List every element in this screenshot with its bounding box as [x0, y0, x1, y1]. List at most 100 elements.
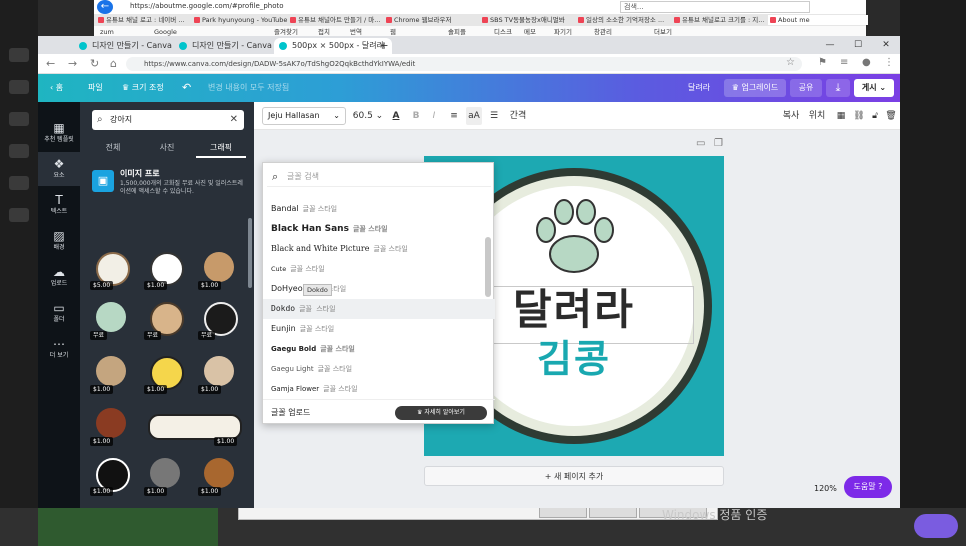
- graphic-tile[interactable]: $1.00: [88, 454, 136, 498]
- graphic-tile[interactable]: 무료: [196, 298, 244, 342]
- font-option-hovered[interactable]: Dokdo 글꼴 스타일: [263, 299, 495, 319]
- graphic-tile[interactable]: 무료: [142, 298, 190, 342]
- back-tab[interactable]: 유튜브 채널 로고 : 네이버 ...: [96, 15, 201, 25]
- clear-search-icon[interactable]: ✕: [230, 110, 238, 130]
- font-option[interactable]: Cute 글꼴 스타일: [263, 259, 495, 279]
- font-option[interactable]: Bandal 글꼴 스타일: [263, 199, 495, 219]
- font-option[interactable]: Black and White Picture 글꼴 스타일: [263, 239, 495, 259]
- comment-icon[interactable]: ▭: [696, 138, 705, 149]
- tab-graphics[interactable]: 그래픽: [196, 140, 246, 158]
- font-upload-label[interactable]: 글꼴 업로드: [271, 400, 310, 426]
- rail-item-background[interactable]: ▨ 배경: [38, 224, 80, 258]
- share-button[interactable]: 공유: [790, 79, 822, 97]
- forward-icon[interactable]: →: [68, 57, 77, 70]
- url-input[interactable]: https://www.canva.com/design/DADW-5sAK7o…: [126, 57, 802, 71]
- element-search-input[interactable]: ⌕ 강아지 ✕: [92, 110, 244, 130]
- panel-scrollbar[interactable]: [248, 218, 252, 288]
- font-size-select[interactable]: 60.5 ⌄: [352, 107, 384, 125]
- file-menu[interactable]: 파일: [88, 74, 103, 102]
- add-page-button[interactable]: + 새 페이지 추가: [424, 466, 724, 486]
- rail-item-uploads[interactable]: ☁ 업로드: [38, 260, 80, 294]
- text-color-icon[interactable]: A: [388, 107, 404, 125]
- list-icon[interactable]: ☰: [486, 107, 502, 125]
- back-tab[interactable]: Chrome 웹브라우저: [384, 15, 489, 25]
- reading-list-icon[interactable]: ≡: [840, 57, 848, 68]
- font-list-scrollbar[interactable]: [485, 237, 491, 297]
- rail-item-templates[interactable]: ▦ 추천 템플릿: [38, 116, 80, 150]
- back-tab-active[interactable]: About me: [768, 15, 868, 25]
- close-window-icon[interactable]: ✕: [872, 36, 900, 54]
- font-option[interactable]: Gaegu Bold 글꼴 스타일: [263, 339, 495, 359]
- graphic-tile[interactable]: $1.00: [88, 352, 136, 396]
- rail-item-more[interactable]: ⋯ 더 보기: [38, 332, 80, 366]
- rail-item-text[interactable]: T 텍스트: [38, 188, 80, 222]
- home-button[interactable]: ‹ 홈: [50, 74, 63, 102]
- chrome-menu-icon[interactable]: ⋮: [884, 57, 894, 68]
- letter-case-icon[interactable]: aA: [466, 107, 482, 125]
- download-icon[interactable]: ⤓: [826, 79, 850, 97]
- lock-icon[interactable]: 🔓︎: [868, 107, 882, 125]
- font-option[interactable]: Eunjin 글꼴 스타일: [263, 319, 495, 339]
- graphic-tile[interactable]: $1.00: [196, 352, 244, 396]
- duplicate-page-icon[interactable]: ❐: [714, 138, 723, 149]
- learn-more-button[interactable]: ♛ 자세히 알아보기: [395, 406, 487, 420]
- link-icon[interactable]: ⛓: [852, 107, 866, 125]
- new-tab-icon[interactable]: +: [376, 38, 392, 54]
- graphic-tile[interactable]: $1.00: [142, 352, 190, 396]
- home-icon[interactable]: ⌂: [110, 57, 117, 70]
- graphic-tile[interactable]: $1.00: [196, 454, 244, 498]
- back-tab[interactable]: Park hyunyoung - YouTube: [192, 15, 297, 25]
- reload-icon[interactable]: ↻: [90, 57, 99, 70]
- graphic-tile[interactable]: 무료: [88, 298, 136, 342]
- back-tab[interactable]: 일상의 소소한 기억저장소 ...: [576, 15, 681, 25]
- extension-icon[interactable]: ⚑: [818, 57, 827, 68]
- font-search-input[interactable]: ⌕ 글꼴 검색: [267, 167, 491, 187]
- undo-icon[interactable]: ↶: [182, 74, 191, 102]
- profile-icon[interactable]: ●: [862, 57, 871, 68]
- pro-images-promo[interactable]: ▣ 이미지 프로 1,500,000개의 고화질 무료 사진 및 일러스트레이션…: [92, 168, 248, 202]
- graphic-tile[interactable]: $1.00: [196, 248, 244, 292]
- tab-all[interactable]: 전체: [88, 140, 138, 156]
- paw-print-icon[interactable]: [528, 196, 620, 276]
- back-icon[interactable]: ←: [46, 57, 55, 70]
- font-option[interactable]: Gaegu Light 글꼴 스타일: [263, 359, 495, 379]
- graphic-tile[interactable]: $1.00: [142, 404, 244, 448]
- back-tab[interactable]: 유튜브 채널아트 만들기 / 마...: [288, 15, 393, 25]
- tab-photos[interactable]: 사진: [142, 140, 192, 156]
- design-subtitle-text[interactable]: 김콩: [464, 328, 684, 383]
- graphic-tile[interactable]: $1.00: [88, 404, 136, 448]
- resize-button[interactable]: ♛ 크기 조정: [122, 74, 164, 102]
- copy-button[interactable]: 복사: [780, 107, 802, 125]
- zoom-level[interactable]: 120%: [814, 484, 837, 493]
- rail-item-folders[interactable]: ▭ 폴더: [38, 296, 80, 330]
- graphic-tile[interactable]: $1.00: [142, 454, 190, 498]
- font-family-select[interactable]: Jeju Hallasan ⌄: [262, 107, 346, 125]
- position-button[interactable]: 위치: [806, 107, 828, 125]
- transparency-icon[interactable]: ▦: [834, 107, 848, 125]
- chrome-tab-active[interactable]: 500px × 500px - 달려라 ×: [274, 38, 392, 54]
- back-arrow-icon[interactable]: ←: [97, 0, 113, 14]
- font-option[interactable]: DoHyeon글꼴 스타일: [263, 279, 495, 299]
- back-tab[interactable]: SBS TV동물농장x애니멀봐: [480, 15, 585, 25]
- doc-title[interactable]: 달려라: [688, 74, 710, 102]
- publish-button[interactable]: 게시 ⌄: [854, 79, 894, 97]
- align-center-icon[interactable]: ≡: [446, 107, 462, 125]
- back-tab[interactable]: 유튜브 채널로고 크기를 : 지...: [672, 15, 777, 25]
- graphic-tile[interactable]: $5.00: [88, 248, 136, 292]
- graphic-tile[interactable]: $1.00: [142, 248, 190, 292]
- upgrade-button[interactable]: ♛ 업그레이드: [724, 79, 786, 97]
- italic-icon[interactable]: I: [426, 107, 442, 125]
- font-option[interactable]: Gamja Flower 글꼴 스타일: [263, 379, 495, 399]
- rail-item-elements[interactable]: ❖ 요소: [38, 152, 80, 186]
- trash-icon[interactable]: 🗑︎: [884, 107, 898, 125]
- font-option[interactable]: Black Han Sans 글꼴 스타일: [263, 219, 495, 239]
- bookmark-star-icon[interactable]: ☆: [786, 57, 795, 68]
- minimize-icon[interactable]: —: [816, 36, 844, 54]
- desktop-purple-button[interactable]: [914, 514, 958, 538]
- back-browser-search[interactable]: 검색...: [620, 1, 810, 13]
- help-button[interactable]: 도움말 ?: [844, 476, 892, 498]
- maximize-icon[interactable]: ☐: [844, 36, 872, 54]
- bold-icon[interactable]: B: [408, 107, 424, 125]
- back-browser-url[interactable]: https://aboutme.google.com/#profile_phot…: [130, 2, 470, 12]
- spacing-button[interactable]: 간격: [506, 107, 530, 125]
